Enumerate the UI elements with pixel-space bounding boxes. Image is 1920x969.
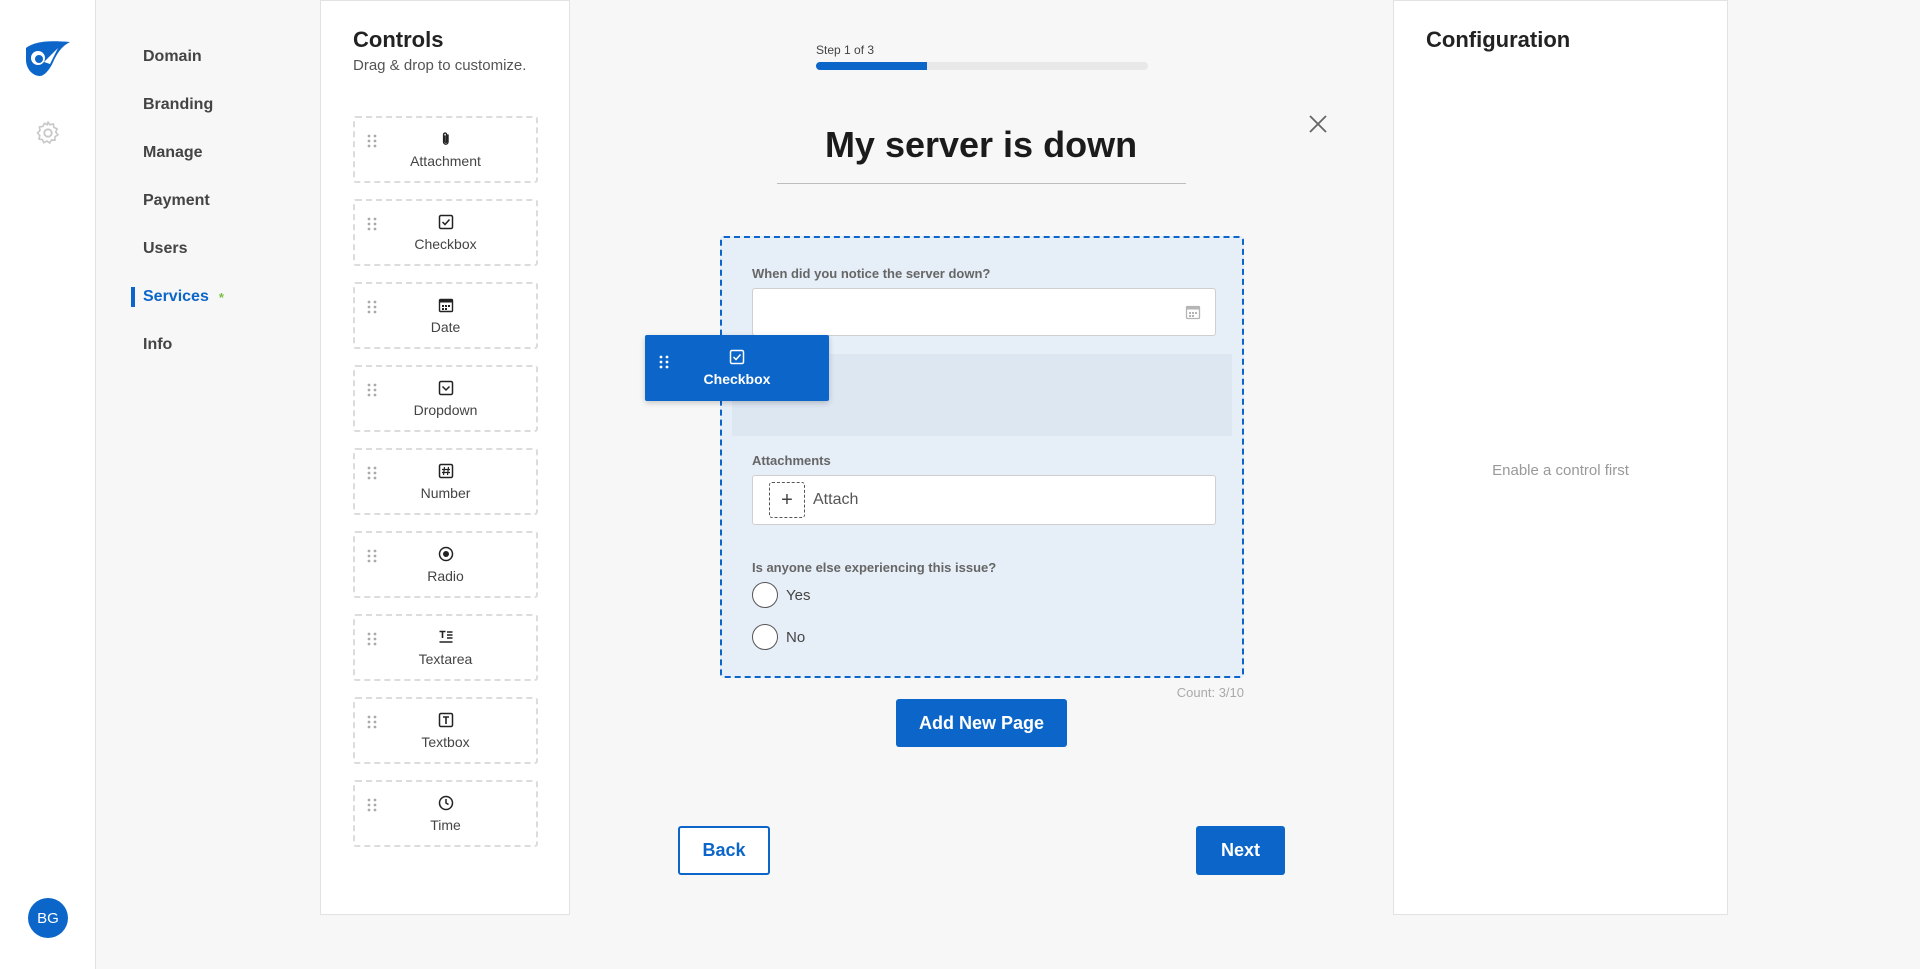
gear-icon[interactable] [34, 119, 62, 147]
drag-handle-icon[interactable] [367, 217, 377, 231]
control-date[interactable]: Date [353, 282, 538, 349]
drag-handle-icon[interactable] [367, 715, 377, 729]
nav-item-label: Services [143, 288, 209, 305]
nav-item-label: Payment [143, 192, 210, 209]
control-label: Textbox [421, 733, 470, 750]
clock-icon [438, 795, 453, 810]
attach-text: Attach [813, 491, 859, 508]
attachment-field[interactable]: + Attach [752, 475, 1216, 525]
controls-list: Attachment Checkbox Date Dropdown Number… [353, 116, 538, 863]
control-radio[interactable]: Radio [353, 531, 538, 598]
control-count: Count: 3/10 [1176, 685, 1244, 700]
nav-item-manage[interactable]: Manage [131, 136, 291, 184]
control-checkbox[interactable]: Checkbox [353, 199, 538, 266]
step-progress-bar [816, 62, 1148, 70]
control-textarea[interactable]: Textarea [353, 614, 538, 681]
nav-item-domain[interactable]: Domain [131, 40, 291, 88]
attachments-label: Attachments [752, 453, 831, 468]
back-button[interactable]: Back [678, 826, 770, 875]
radio-option-yes[interactable]: Yes [752, 582, 810, 608]
unsaved-star-badge: * [218, 289, 224, 305]
radio-button[interactable] [752, 624, 778, 650]
control-label: Time [430, 816, 461, 833]
drag-handle-icon[interactable] [367, 383, 377, 397]
nav-item-users[interactable]: Users [131, 232, 291, 280]
app-rail: BG [0, 0, 96, 969]
control-time[interactable]: Time [353, 780, 538, 847]
form-title[interactable]: My server is down [776, 124, 1186, 166]
drag-handle-icon[interactable] [659, 355, 669, 369]
control-label: Checkbox [703, 371, 771, 387]
step-indicator: Step 1 of 3 [816, 43, 875, 57]
close-icon[interactable] [1307, 113, 1329, 135]
control-textbox[interactable]: Textbox [353, 697, 538, 764]
plus-icon[interactable]: + [769, 482, 805, 518]
checkbox-icon [438, 214, 453, 229]
control-label: Number [420, 484, 471, 501]
user-avatar[interactable]: BG [28, 898, 68, 938]
dragging-checkbox-control[interactable]: Checkbox [645, 335, 829, 401]
progress-fill [816, 62, 927, 70]
radio-icon [438, 546, 453, 561]
drag-handle-icon[interactable] [367, 300, 377, 314]
nav-item-label: Manage [143, 144, 203, 161]
title-divider [777, 183, 1186, 184]
calendar-icon[interactable] [1185, 304, 1201, 320]
owl-logo-icon[interactable] [24, 38, 72, 78]
radio-option-label: Yes [786, 586, 811, 604]
add-new-page-button[interactable]: Add New Page [896, 699, 1067, 747]
control-label: Dropdown [413, 401, 478, 418]
radio-option-label: No [786, 628, 806, 646]
drag-handle-icon[interactable] [367, 134, 377, 148]
controls-title: Controls [353, 27, 444, 52]
drag-handle-icon[interactable] [367, 466, 377, 480]
configuration-empty-text: Enable a control first [1492, 462, 1629, 479]
nav-item-label: Branding [143, 96, 214, 113]
radio-button[interactable] [752, 582, 778, 608]
control-dropdown[interactable]: Dropdown [353, 365, 538, 432]
radio-option-no[interactable]: No [752, 624, 805, 650]
controls-subtitle: Drag & drop to customize. [353, 57, 527, 74]
textarea-icon [439, 630, 452, 643]
drag-handle-icon[interactable] [367, 798, 377, 812]
controls-panel: Controls Drag & drop to customize. Attac… [320, 0, 570, 915]
date-field[interactable] [752, 288, 1216, 336]
control-label: Attachment [410, 152, 481, 169]
radio-question-label: Is anyone else experiencing this issue? [752, 560, 997, 575]
nav-item-label: Users [143, 240, 188, 257]
control-label: Radio [427, 567, 464, 584]
drag-handle-icon[interactable] [367, 549, 377, 563]
checkbox-icon [729, 349, 745, 365]
control-label: Textarea [418, 650, 473, 667]
nav-item-label: Info [143, 336, 173, 353]
nav-item-label: Domain [143, 48, 202, 65]
nav-item-payment[interactable]: Payment [131, 184, 291, 232]
paperclip-icon [442, 131, 449, 145]
configuration-panel: Configuration Enable a control first [1393, 0, 1728, 915]
date-field-label: When did you notice the server down? [752, 266, 991, 281]
drag-handle-icon[interactable] [367, 632, 377, 646]
next-button[interactable]: Next [1196, 826, 1285, 875]
form-dropzone[interactable]: When did you notice the server down? Att… [720, 236, 1244, 678]
number-icon [438, 463, 453, 478]
configuration-title: Configuration [1426, 27, 1571, 52]
control-attachment[interactable]: Attachment [353, 116, 538, 183]
control-label: Date [430, 318, 461, 335]
dropdown-icon [438, 380, 453, 395]
nav-item-services[interactable]: Services * [131, 280, 291, 328]
control-number[interactable]: Number [353, 448, 538, 515]
calendar-icon [438, 298, 453, 312]
textbox-icon [438, 712, 453, 727]
nav-item-branding[interactable]: Branding [131, 88, 291, 136]
settings-nav: Domain Branding Manage Payment Users Ser… [131, 40, 291, 376]
nav-item-info[interactable]: Info [131, 328, 291, 376]
control-label: Checkbox [414, 235, 477, 252]
